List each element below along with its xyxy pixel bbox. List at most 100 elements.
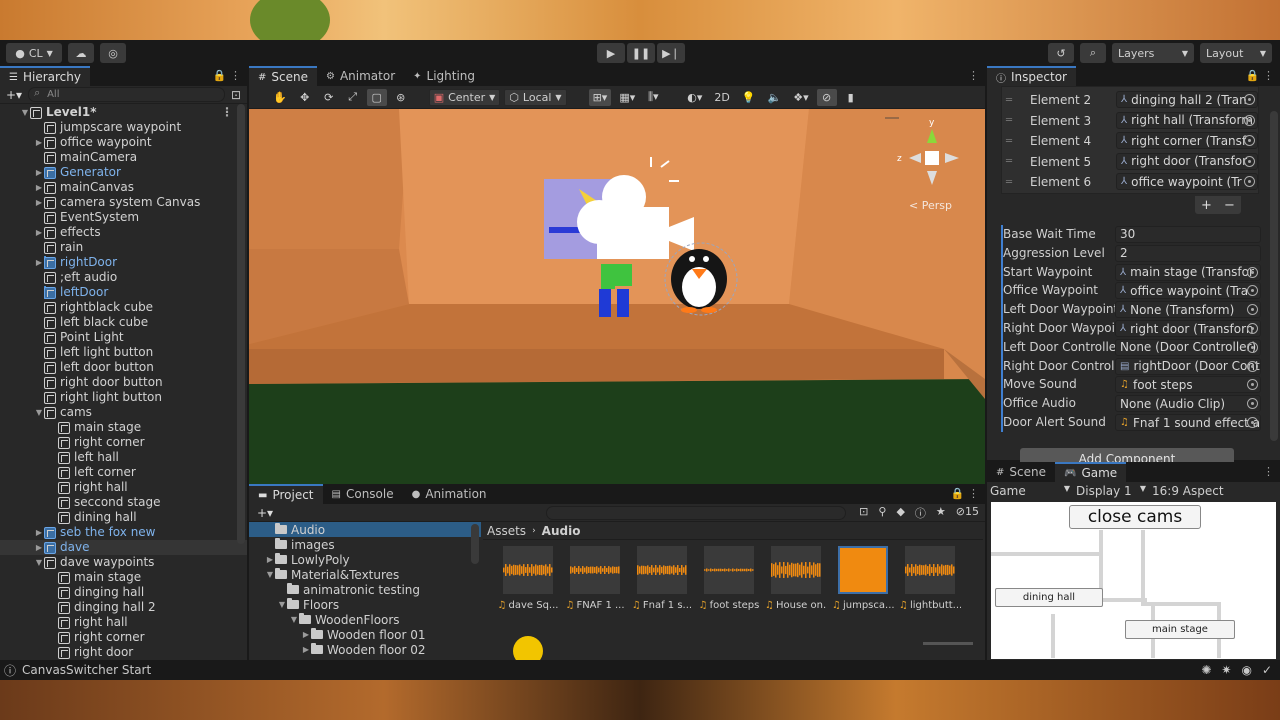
hierarchy-item[interactable]: right corner [0, 435, 247, 450]
object-field[interactable]: ▤ rightDoor (Door Cont [1115, 357, 1261, 375]
drag-handle-icon[interactable]: ═ [1006, 156, 1012, 167]
object-picker-icon[interactable] [1247, 379, 1258, 391]
breadcrumb-audio[interactable]: Audio [542, 524, 581, 538]
hierarchy-item[interactable]: right light button [0, 390, 247, 405]
expand-arrow-icon[interactable]: ▼ [265, 570, 275, 579]
object-field[interactable]: ⅄ right door (Transforn [1115, 320, 1261, 337]
hidden-objects-icon[interactable]: ⊘ [816, 88, 837, 106]
game-mode-dropdown[interactable]: Game ▼ [990, 484, 1070, 498]
audio-asset[interactable]: ♫ House on... [765, 546, 827, 611]
inspector-scrollbar[interactable] [1270, 111, 1278, 441]
object-field[interactable]: ⅄ main stage (Transfor [1115, 263, 1261, 281]
expand-arrow-icon[interactable]: ▶ [34, 180, 44, 195]
gizmos-icon[interactable]: ▮ [841, 89, 861, 106]
object-field[interactable]: None (Audio Clip) [1115, 395, 1261, 413]
cloud-icon[interactable]: ☁ [68, 43, 94, 63]
hierarchy-item[interactable]: ▶ camera system Canvas [0, 195, 247, 210]
hierarchy-item[interactable]: ▶ office waypoint [0, 135, 247, 150]
tab-hierarchy[interactable]: ☰ Hierarchy [0, 66, 90, 86]
expand-arrow-icon[interactable]: ▶ [34, 195, 44, 210]
object-picker-icon[interactable] [1244, 94, 1255, 105]
expand-arrow-icon[interactable]: ▼ [20, 105, 30, 120]
object-field[interactable]: ♫ Fnaf 1 sound effect a [1115, 414, 1261, 431]
tab-project[interactable]: ▬ Project [249, 484, 323, 504]
tab-animator[interactable]: ⚙ Animator [317, 66, 404, 86]
object-picker-icon[interactable] [1247, 304, 1258, 316]
history-icon[interactable]: ↺ [1048, 43, 1074, 63]
search-icon[interactable]: ⌕ [1080, 43, 1106, 63]
object-picker-icon[interactable] [1247, 398, 1258, 410]
audio-asset[interactable]: ♫ lightbutt... [899, 546, 961, 611]
search-type-icon[interactable]: ⊡ [859, 505, 868, 521]
filter-label-icon[interactable]: ⚲ [878, 505, 886, 521]
audio-asset[interactable]: ♫ Fnaf 1 s... [631, 546, 693, 611]
drag-handle-icon[interactable]: ═ [1006, 177, 1012, 188]
object-picker-icon[interactable] [1247, 266, 1258, 278]
hierarchy-item[interactable]: main stage [0, 570, 247, 585]
object-field[interactable]: ♫ foot steps [1115, 376, 1261, 394]
status-message[interactable]: CanvasSwitcher Start [22, 663, 151, 677]
tab-scene-secondary[interactable]: # Scene [987, 462, 1055, 482]
add-element-button[interactable]: + [1201, 198, 1212, 213]
hierarchy-item[interactable]: dinging hall 2 [0, 600, 247, 615]
expand-arrow-icon[interactable]: ▶ [34, 255, 44, 270]
audio-asset[interactable]: ♫ dave Sq... [497, 546, 559, 611]
collab-icon[interactable]: ◎ [100, 43, 126, 63]
object-picker-icon[interactable] [1247, 417, 1258, 428]
rotate-tool-icon[interactable]: ⟳ [319, 89, 339, 106]
drag-handle-icon[interactable]: ═ [1006, 136, 1012, 147]
aspect-dropdown[interactable]: 16:9 Aspect [1152, 484, 1224, 498]
snap-grid-icon[interactable]: ⊞▾ [588, 88, 612, 106]
account-dropdown[interactable]: ● CL ▼ [6, 43, 62, 63]
expand-arrow-icon[interactable]: ▶ [34, 165, 44, 180]
bug-icon[interactable]: ✺ [1201, 663, 1211, 677]
tab-scene[interactable]: # Scene [249, 66, 317, 86]
step-button[interactable]: ▶❘ [657, 43, 685, 63]
pivot-dropdown[interactable]: ▣ Center ▼ [428, 88, 501, 106]
hierarchy-item[interactable]: rightblack cube [0, 300, 247, 315]
hierarchy-item[interactable]: right door button [0, 375, 247, 390]
progress-icon[interactable]: ✷ [1221, 663, 1231, 677]
hierarchy-item[interactable]: ▼ cams [0, 405, 247, 420]
expand-arrow-icon[interactable]: ▶ [34, 525, 44, 540]
mode-2d-button[interactable]: 2D [710, 89, 733, 106]
hierarchy-item[interactable]: ;eft audio [0, 270, 247, 285]
expand-arrow-icon[interactable]: ▼ [34, 555, 44, 570]
globe-icon[interactable]: ◉ [1241, 663, 1251, 677]
object-picker-icon[interactable] [1247, 341, 1258, 353]
hierarchy-item[interactable]: mainCamera [0, 150, 247, 165]
cam-dining-hall-button[interactable]: dining hall [995, 588, 1103, 607]
game-view[interactable]: close cams dining hall main stage [991, 502, 1276, 659]
star-icon[interactable]: ★ [936, 505, 946, 521]
hierarchy-scrollbar[interactable] [237, 104, 245, 544]
hierarchy-item[interactable]: ▶ seb the fox new [0, 525, 247, 540]
folder-item[interactable]: ▶ Wooden floor 02 [249, 642, 481, 657]
hierarchy-item[interactable]: ▶ Generator [0, 165, 247, 180]
hidden-count[interactable]: ⊘15 [956, 505, 979, 521]
drag-handle-icon[interactable]: ═ [1006, 95, 1012, 106]
expand-arrow-icon[interactable]: ▼ [277, 600, 287, 609]
folder-tree-scrollbar[interactable] [471, 524, 479, 564]
hierarchy-item[interactable]: EventSystem [0, 210, 247, 225]
object-picker-icon[interactable] [1244, 176, 1255, 187]
folder-item[interactable]: ▶ Wooden floor 01 [249, 627, 481, 642]
hierarchy-item[interactable]: left black cube [0, 315, 247, 330]
play-button[interactable]: ▶ [597, 43, 625, 63]
hierarchy-item[interactable]: ▼ Level1* ⋮ [0, 105, 247, 120]
add-icon[interactable]: +▾ [6, 88, 22, 102]
check-icon[interactable]: ✓ [1262, 663, 1272, 677]
space-dropdown[interactable]: ⬡ Local ▼ [504, 88, 567, 106]
expand-arrow-icon[interactable]: ▼ [289, 615, 299, 624]
tab-inspector[interactable]: ⓘ Inspector [987, 66, 1076, 86]
tab-animation[interactable]: ● Animation [403, 484, 496, 504]
hierarchy-item[interactable]: dining hall [0, 510, 247, 525]
object-field[interactable]: ⅄ office waypoint (Tr [1116, 173, 1258, 190]
expand-arrow-icon[interactable]: ▶ [301, 630, 311, 639]
object-field[interactable]: ⅄ right door (Transfor [1116, 152, 1258, 170]
hierarchy-item[interactable]: seccond stage [0, 495, 247, 510]
transform-tool-icon[interactable]: ⊛ [391, 89, 411, 106]
grid-visibility-icon[interactable]: ▦▾ [615, 89, 639, 106]
object-field[interactable]: ⅄ office waypoint (Tra [1115, 282, 1261, 300]
hierarchy-item[interactable]: right corner [0, 630, 247, 645]
tab-lighting[interactable]: ✦ Lighting [404, 66, 484, 86]
